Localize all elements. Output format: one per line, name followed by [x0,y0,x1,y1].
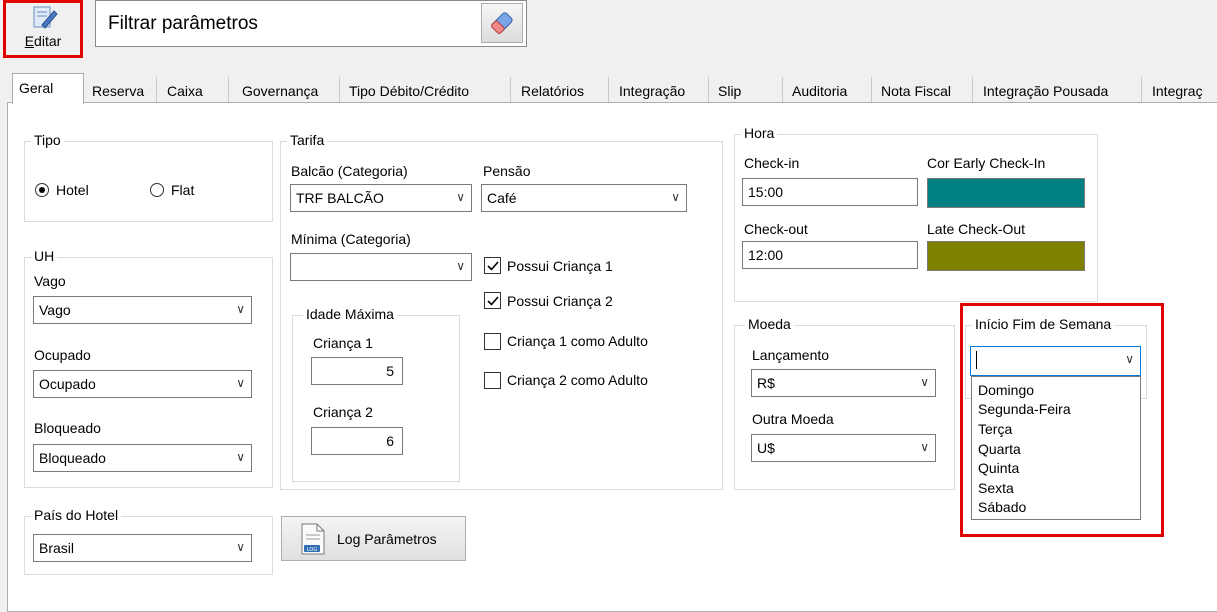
edit-button-label: Editar [24,33,62,49]
crianca2-adulto-checkbox[interactable] [484,372,501,389]
log-parametros-button[interactable]: LOG Log Parâmetros [281,516,466,561]
pais-value: Brasil [39,540,75,556]
clear-filter-button[interactable] [481,3,523,43]
balcao-label: Balcão (Categoria) [291,163,408,179]
tab-slip[interactable]: Slip [712,77,783,103]
vago-label: Vago [34,273,66,289]
log-document-icon: LOG [300,523,326,558]
check-icon [487,261,499,271]
vago-select[interactable]: Vago ∨ [33,296,252,324]
crianca2-label: Criança 2 [313,404,373,420]
tipo-flat-radio[interactable] [150,183,164,197]
ocupado-value: Ocupado [39,376,96,392]
crianca2-adulto-label: Criança 2 como Adulto [507,372,648,388]
chevron-down-icon: ∨ [671,190,680,204]
ocupado-label: Ocupado [34,347,91,363]
chevron-down-icon: ∨ [236,540,245,554]
check-icon [487,296,499,306]
late-checkout-label: Late Check-Out [927,221,1026,237]
chevron-down-icon: ∨ [236,376,245,390]
tab-relatorios[interactable]: Relatórios [515,77,609,103]
outra-moeda-select[interactable]: U$ ∨ [751,434,936,462]
crianca1-label: Criança 1 [313,335,373,351]
chevron-down-icon: ∨ [456,190,465,204]
crianca1-adulto-label: Criança 1 como Adulto [507,333,648,349]
tab-caixa[interactable]: Caixa [161,77,229,103]
pais-select[interactable]: Brasil ∨ [33,534,252,562]
early-checkin-label: Cor Early Check-In [927,155,1046,171]
chevron-down-icon: ∨ [236,302,245,316]
checkin-label: Check-in [744,155,800,171]
lancamento-value: R$ [757,375,775,391]
pensao-value: Café [487,190,517,206]
possui-crianca1-checkbox[interactable] [484,257,501,274]
early-checkin-color[interactable] [927,178,1085,208]
checkout-value: 12:00 [748,247,784,263]
tab-reserva[interactable]: Reserva [86,77,157,103]
crianca2-input[interactable]: 6 [311,427,403,455]
bloqueado-select[interactable]: Bloqueado ∨ [33,444,252,472]
outra-moeda-label: Outra Moeda [752,411,834,427]
late-checkout-color[interactable] [927,241,1085,271]
balcao-select[interactable]: TRF BALCÃO ∨ [290,184,472,212]
tab-integracao[interactable]: Integração [613,77,709,103]
tab-governanca[interactable]: Governança [236,77,340,103]
tab-geral[interactable]: Geral [12,73,84,104]
tipo-flat-label: Flat [171,182,195,198]
minima-label: Mínima (Categoria) [291,231,411,247]
eraser-icon [487,8,517,41]
chevron-down-icon: ∨ [236,450,245,464]
tab-auditoria[interactable]: Auditoria [786,77,872,103]
lancamento-label: Lançamento [752,347,830,363]
crianca1-input[interactable]: 5 [311,357,403,385]
tarifa-legend: Tarifa [287,132,328,148]
pensao-label: Pensão [483,163,531,179]
filter-parameters-label: Filtrar parâmetros [108,13,258,34]
possui-crianca1-label: Possui Criança 1 [507,258,613,274]
balcao-value: TRF BALCÃO [296,190,384,206]
minima-select[interactable]: ∨ [290,253,472,281]
idade-maxima-legend: Idade Máxima [303,306,397,322]
vago-value: Vago [39,302,71,318]
possui-crianca2-checkbox[interactable] [484,292,501,309]
bloqueado-value: Bloqueado [39,450,106,466]
checkout-label: Check-out [744,221,808,237]
checkin-input[interactable]: 15:00 [742,178,918,206]
ocupado-select[interactable]: Ocupado ∨ [33,370,252,398]
chevron-down-icon: ∨ [920,375,929,389]
tab-strip: Geral Reserva Caixa Governança Tipo Débi… [0,73,1217,104]
chevron-down-icon: ∨ [456,259,465,273]
uh-legend: UH [31,248,58,264]
tab-integracao-more[interactable]: Integraç [1146,77,1217,103]
lancamento-select[interactable]: R$ ∨ [751,369,936,397]
highlight-box [960,303,1164,537]
svg-text:LOG: LOG [307,547,318,553]
checkin-value: 15:00 [748,184,784,200]
bloqueado-label: Bloqueado [34,420,101,436]
moeda-legend: Moeda [745,316,794,332]
pensao-select[interactable]: Café ∨ [481,184,687,212]
log-parametros-label: Log Parâmetros [337,531,437,547]
edit-icon [30,5,58,32]
filter-parameters-box[interactable]: Filtrar parâmetros [95,0,527,47]
tipo-legend: Tipo [31,132,64,148]
pais-legend: País do Hotel [31,507,122,523]
tipo-hotel-radio[interactable] [35,183,49,197]
crianca2-value: 6 [386,433,394,449]
chevron-down-icon: ∨ [920,440,929,454]
tab-tipo-debito-credito[interactable]: Tipo Débito/Crédito [343,77,511,103]
outra-moeda-value: U$ [757,440,775,456]
tab-integracao-pousada[interactable]: Integração Pousada [977,77,1142,103]
checkout-input[interactable]: 12:00 [742,241,918,269]
tab-nota-fiscal[interactable]: Nota Fiscal [875,77,973,103]
crianca1-value: 5 [386,363,394,379]
possui-crianca2-label: Possui Criança 2 [507,293,613,309]
edit-button[interactable]: Editar [3,0,83,58]
hora-legend: Hora [741,125,778,141]
crianca1-adulto-checkbox[interactable] [484,333,501,350]
tipo-hotel-label: Hotel [56,182,89,198]
